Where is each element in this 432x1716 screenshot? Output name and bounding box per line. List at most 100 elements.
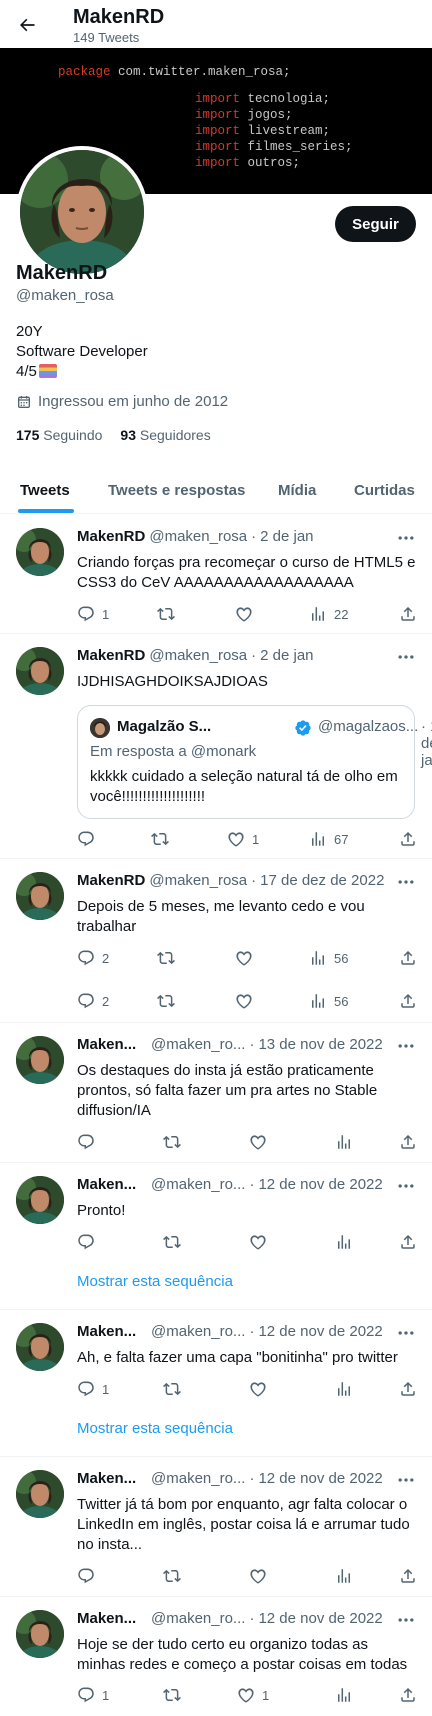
views-button[interactable] xyxy=(335,1133,353,1151)
share-button[interactable] xyxy=(399,1233,417,1251)
views-button[interactable] xyxy=(335,1686,353,1704)
tweet-avatar[interactable] xyxy=(16,1176,64,1224)
like-button[interactable]: 1 xyxy=(227,830,259,848)
tweet-date[interactable]: 17 de dez de 2022 xyxy=(260,872,384,889)
tweet-author-handle[interactable]: @maken_ro... xyxy=(151,1176,245,1193)
reply-button[interactable] xyxy=(77,1233,95,1251)
retweet-button[interactable] xyxy=(157,992,182,1010)
tweet-avatar[interactable] xyxy=(16,647,64,695)
more-options-button[interactable] xyxy=(396,1036,416,1056)
retweet-button[interactable] xyxy=(163,1686,181,1704)
views-button[interactable] xyxy=(335,1233,353,1251)
share-button[interactable] xyxy=(399,605,417,623)
more-options-button[interactable] xyxy=(396,1323,416,1343)
tweet-author-name[interactable]: Maken... xyxy=(77,1470,141,1487)
tweet[interactable]: MakenRD @maken_rosa · 2 de jan Criando f… xyxy=(0,515,432,634)
tweet[interactable]: MakenRD @maken_rosa · 2 de jan IJDHISAGH… xyxy=(0,634,432,859)
tweet-author-handle[interactable]: @maken_ro... xyxy=(151,1610,245,1627)
share-button[interactable] xyxy=(399,1380,417,1398)
reply-button[interactable]: 1 xyxy=(77,1380,109,1398)
tweet-avatar[interactable] xyxy=(16,1610,64,1658)
tweet-author-handle[interactable]: @maken_ro... xyxy=(151,1036,245,1053)
retweet-button[interactable] xyxy=(163,1133,181,1151)
like-button[interactable] xyxy=(235,949,260,967)
like-button[interactable] xyxy=(249,1380,267,1398)
tweet-author-name[interactable]: MakenRD xyxy=(77,528,145,545)
reply-button[interactable]: 1 xyxy=(77,605,109,623)
retweet-button[interactable] xyxy=(163,1380,181,1398)
tweet-author-name[interactable]: Maken... xyxy=(77,1036,141,1053)
follow-button[interactable]: Seguir xyxy=(335,206,416,242)
tweet-author-name[interactable]: Maken... xyxy=(77,1323,141,1340)
followers-link[interactable]: 93 Seguidores xyxy=(120,427,210,443)
tweet[interactable]: Maken... @maken_ro... · 12 de nov de 202… xyxy=(0,1597,432,1716)
profile-avatar[interactable] xyxy=(16,146,148,278)
share-button[interactable] xyxy=(399,992,417,1010)
share-button[interactable] xyxy=(399,949,417,967)
back-button[interactable] xyxy=(14,12,40,38)
tweet-author-name[interactable]: Maken... xyxy=(77,1176,141,1193)
tab-media[interactable]: Mídia xyxy=(278,466,316,514)
tweet[interactable]: Maken... @maken_ro... · 12 de nov de 202… xyxy=(0,1457,432,1597)
following-link[interactable]: 175 Seguindo xyxy=(16,427,102,443)
reply-button[interactable]: 2 xyxy=(77,992,109,1010)
tweet-avatar[interactable] xyxy=(16,1323,64,1371)
tweet-author-handle[interactable]: @maken_ro... xyxy=(151,1470,245,1487)
like-button[interactable] xyxy=(235,605,260,623)
like-button[interactable] xyxy=(235,992,260,1010)
share-button[interactable] xyxy=(399,1567,417,1585)
show-thread-link[interactable]: Mostrar esta sequência xyxy=(77,1420,233,1437)
tweet-date[interactable]: 2 de jan xyxy=(260,528,313,545)
like-button[interactable] xyxy=(249,1233,267,1251)
more-options-button[interactable] xyxy=(396,1176,416,1196)
tweet[interactable]: Maken... @maken_ro... · 12 de nov de 202… xyxy=(0,1163,432,1310)
tab-replies[interactable]: Tweets e respostas xyxy=(108,466,245,514)
more-options-button[interactable] xyxy=(396,528,416,548)
retweet-button[interactable] xyxy=(157,605,182,623)
retweet-button[interactable] xyxy=(151,830,176,848)
tweet[interactable]: Maken... @maken_ro... · 12 de nov de 202… xyxy=(0,1310,432,1457)
more-options-button[interactable] xyxy=(396,1470,416,1490)
tweet-avatar[interactable] xyxy=(16,528,64,576)
tweet-author-name[interactable]: Maken... xyxy=(77,1610,141,1627)
like-button[interactable] xyxy=(249,1567,267,1585)
reply-button[interactable]: 1 xyxy=(77,1686,109,1704)
tweet-author-handle[interactable]: @maken_rosa xyxy=(149,647,247,664)
quoted-tweet[interactable]: Magalzão S... @magalzaos... · 1 de jan E… xyxy=(77,705,432,819)
views-button[interactable]: 56 xyxy=(309,949,348,967)
reply-button[interactable] xyxy=(77,830,102,848)
views-button[interactable]: 22 xyxy=(309,605,348,623)
tweet-author-handle[interactable]: @maken_rosa xyxy=(149,528,247,545)
tweet-author-handle[interactable]: @maken_ro... xyxy=(151,1323,245,1340)
share-button[interactable] xyxy=(399,1133,417,1151)
more-options-button[interactable] xyxy=(396,872,416,892)
tweet-avatar[interactable] xyxy=(16,872,64,920)
views-button[interactable]: 67 xyxy=(309,830,348,848)
tab-likes[interactable]: Curtidas xyxy=(354,466,415,514)
more-options-button[interactable] xyxy=(396,647,416,667)
tweet-date[interactable]: 13 de nov de 2022 xyxy=(258,1036,382,1053)
views-button[interactable]: 56 xyxy=(309,992,348,1010)
tweet-date[interactable]: 12 de nov de 2022 xyxy=(258,1323,382,1340)
retweet-button[interactable] xyxy=(157,949,182,967)
more-options-button[interactable] xyxy=(396,1610,416,1630)
retweet-button[interactable] xyxy=(163,1233,181,1251)
reply-button[interactable]: 2 xyxy=(77,949,109,967)
views-button[interactable] xyxy=(335,1567,353,1585)
tweet-author-handle[interactable]: @maken_rosa xyxy=(149,872,247,889)
tweet[interactable]: MakenRD @maken_rosa · 17 de dez de 2022 … xyxy=(0,859,432,1023)
tweet-author-name[interactable]: MakenRD xyxy=(77,647,145,664)
reply-button[interactable] xyxy=(77,1133,95,1151)
tweet-author-name[interactable]: MakenRD xyxy=(77,872,145,889)
tab-tweets[interactable]: Tweets xyxy=(20,466,70,514)
share-button[interactable] xyxy=(399,830,417,848)
views-button[interactable] xyxy=(335,1380,353,1398)
tweet-date[interactable]: 12 de nov de 2022 xyxy=(258,1470,382,1487)
share-button[interactable] xyxy=(399,1686,417,1704)
like-button[interactable]: 1 xyxy=(237,1686,269,1704)
tweet[interactable]: Maken... @maken_ro... · 13 de nov de 202… xyxy=(0,1023,432,1163)
like-button[interactable] xyxy=(249,1133,267,1151)
tweet-date[interactable]: 2 de jan xyxy=(260,647,313,664)
show-thread-link[interactable]: Mostrar esta sequência xyxy=(77,1273,233,1290)
retweet-button[interactable] xyxy=(163,1567,181,1585)
